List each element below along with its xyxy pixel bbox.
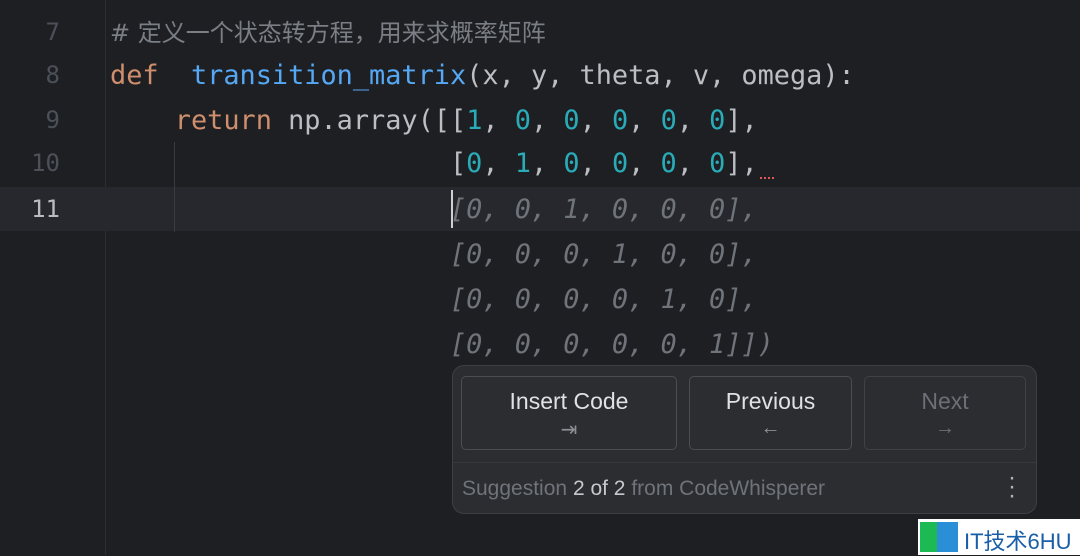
code-line-10[interactable]: [0, 1, 0, 0, 0, 0], <box>110 141 758 186</box>
line-number: 9 <box>45 106 60 134</box>
line-number: 8 <box>45 61 60 89</box>
insert-code-button[interactable]: Insert Code ⇥ <box>461 376 677 450</box>
call: np.array([[ <box>271 105 467 136</box>
ghost-suggestion-line: [0, 0, 1, 0, 0, 0], <box>449 194 758 225</box>
bracket: ], <box>725 105 758 136</box>
function-name: transition_matrix <box>190 60 467 91</box>
watermark-logo <box>920 522 958 552</box>
num: 0 <box>709 148 726 179</box>
num: 0 <box>466 148 483 179</box>
num: 0 <box>563 148 580 179</box>
num: 0 <box>660 105 677 136</box>
keyword-return: return <box>174 105 272 136</box>
next-button[interactable]: Next → <box>864 376 1026 450</box>
code-line-7[interactable]: # 定义一个状态转方程，用来求概率矩阵 <box>110 10 546 56</box>
params: (x, y, theta, v, omega): <box>466 60 855 91</box>
keyword-def: def <box>110 60 159 91</box>
line-number-current: 11 <box>31 195 60 223</box>
watermark-text: IT技术6HU <box>964 529 1072 554</box>
ghost-suggestion-line: [0, 0, 0, 1, 0, 0], <box>449 239 758 270</box>
num: 1 <box>514 148 531 179</box>
line-number: 10 <box>31 149 60 177</box>
num: 0 <box>514 105 531 136</box>
ghost-suggestion-line: [0, 0, 0, 0, 0, 1]]) <box>449 329 774 360</box>
num: 0 <box>709 105 726 136</box>
num: 1 <box>466 105 483 136</box>
text-caret <box>451 190 453 228</box>
suggestion-status: Suggestion 2 of 2 from CodeWhisperer <box>462 477 826 500</box>
button-label: Previous <box>725 388 816 414</box>
popup-footer: Suggestion 2 of 2 from CodeWhisperer · · · <box>453 462 1036 513</box>
arrow-left-icon: ← <box>760 417 781 439</box>
button-label: Next <box>921 388 969 414</box>
ghost-suggestion-line: [0, 0, 0, 0, 1, 0], <box>449 284 758 315</box>
warning-squiggle <box>760 172 774 179</box>
num: 0 <box>611 105 629 136</box>
num: 0 <box>563 105 580 136</box>
num: 0 <box>611 148 629 179</box>
button-label: Insert Code <box>509 388 629 414</box>
watermark: IT技术6HU <box>918 519 1080 555</box>
num: 0 <box>660 148 677 179</box>
line-number: 7 <box>45 18 60 46</box>
code-line-9[interactable]: return np.array([[1, 0, 0, 0, 0, 0], <box>110 98 758 143</box>
tab-arrow-icon: ⇥ <box>560 419 578 441</box>
comment: # 定义一个状态转方程，用来求概率矩阵 <box>110 19 546 47</box>
suggestion-popup: Insert Code ⇥ Previous ← Next → Suggesti… <box>452 365 1037 514</box>
bracket: ], <box>725 148 758 179</box>
more-options-icon[interactable]: · · · <box>1008 466 1016 508</box>
code-line-8[interactable]: def transition_matrix(x, y, theta, v, om… <box>110 53 855 98</box>
previous-button[interactable]: Previous ← <box>689 376 852 450</box>
arrow-right-icon: → <box>935 417 955 439</box>
